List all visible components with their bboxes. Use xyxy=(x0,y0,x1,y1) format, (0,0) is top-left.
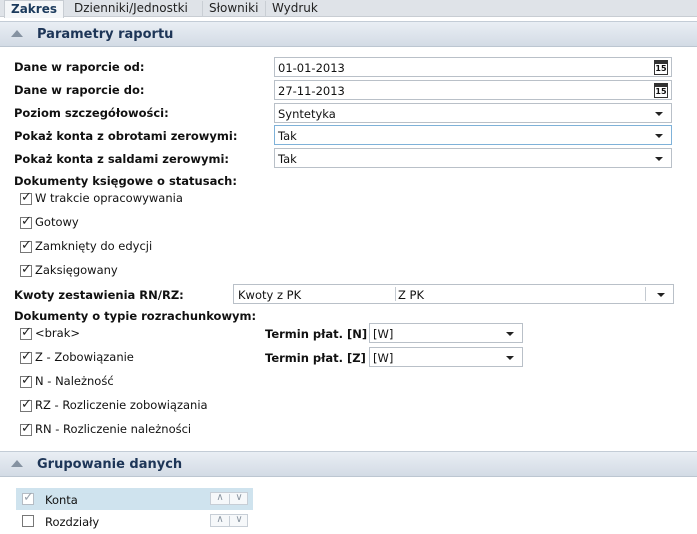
term-n-select[interactable]: [W] xyxy=(369,323,523,343)
grouping-row-konta[interactable]: Konta ∧ ∨ xyxy=(16,488,253,510)
settlement-checkbox[interactable] xyxy=(20,397,32,412)
settlement-item-label: RN - Rozliczenie należności xyxy=(35,422,192,436)
grouping-label: Rozdziały xyxy=(45,515,100,529)
calendar-icon[interactable]: 15 xyxy=(654,83,668,98)
move-up-down-control[interactable]: ∧ ∨ xyxy=(210,514,248,527)
settlement-item-label: <brak> xyxy=(35,326,81,340)
rn-rz-label: Kwoty zestawienia RN/RZ: xyxy=(14,288,184,302)
grouping-checkbox[interactable] xyxy=(22,515,34,527)
status-checkbox[interactable] xyxy=(20,190,32,205)
status-label: W trakcie opracowywania xyxy=(35,191,183,205)
tab-zakres[interactable]: Zakres xyxy=(4,0,64,18)
dropdown-arrow-icon[interactable] xyxy=(506,332,514,336)
date-to-label: Dane w raporcie do: xyxy=(14,83,145,97)
tab-bar: Zakres Dzienniki/Jednostki Słowniki Wydr… xyxy=(0,0,697,18)
move-down-icon[interactable]: ∨ xyxy=(230,514,248,525)
move-up-icon[interactable]: ∧ xyxy=(211,492,229,503)
detail-level-value: Syntetyka xyxy=(278,107,336,121)
rn-rz-select[interactable]: Kwoty z PK Z PK xyxy=(233,284,674,304)
date-to-value: 27-11-2013 xyxy=(278,84,345,98)
term-n-value: [W] xyxy=(373,327,394,341)
rn-rz-value-1: Kwoty z PK xyxy=(238,288,302,302)
date-from-value: 01-01-2013 xyxy=(278,61,345,75)
detail-level-select[interactable]: Syntetyka xyxy=(274,103,672,123)
status-checkbox[interactable] xyxy=(20,214,32,229)
tab-slowniki[interactable]: Słowniki xyxy=(203,0,264,17)
move-up-down-control[interactable]: ∧ ∨ xyxy=(210,492,248,505)
zero-balance-value: Tak xyxy=(278,152,297,166)
detail-level-label: Poziom szczegółowości: xyxy=(14,106,169,120)
zero-balance-label: Pokaż konta z saldami zerowymi: xyxy=(14,152,229,166)
status-checkbox[interactable] xyxy=(20,238,32,253)
section-title: Parametry raportu xyxy=(37,27,174,42)
grouping-checkbox[interactable] xyxy=(22,490,34,505)
move-up-icon[interactable]: ∧ xyxy=(211,514,229,525)
move-down-icon[interactable]: ∨ xyxy=(230,492,248,503)
status-label: Zaksięgowany xyxy=(35,263,118,277)
settlement-item-label: N - Należność xyxy=(35,374,114,388)
section-grupowanie-header[interactable]: Grupowanie danych xyxy=(0,451,697,477)
dropdown-arrow-icon[interactable] xyxy=(655,112,663,116)
date-from-field[interactable]: 01-01-2013 15 xyxy=(274,57,672,77)
date-from-label: Dane w raporcie od: xyxy=(14,60,145,74)
zero-turnover-select[interactable]: Tak xyxy=(274,125,672,145)
status-checkbox[interactable] xyxy=(20,262,32,277)
term-z-value: [W] xyxy=(373,351,394,365)
zero-turnover-label: Pokaż konta z obrotami zerowymi: xyxy=(14,129,238,143)
zero-turnover-value: Tak xyxy=(278,129,297,143)
column-divider xyxy=(645,287,646,301)
grouping-row-rozdzialy[interactable]: Rozdziały ∧ ∨ xyxy=(16,510,253,532)
status-label: Zamknięty do edycji xyxy=(35,239,153,253)
date-to-field[interactable]: 27-11-2013 15 xyxy=(274,80,672,100)
grouping-label: Konta xyxy=(45,493,78,507)
dropdown-arrow-icon[interactable] xyxy=(657,293,665,297)
settlement-checkbox[interactable] xyxy=(20,373,32,388)
status-label: Gotowy xyxy=(35,215,79,229)
rn-rz-value-2: Z PK xyxy=(398,288,425,302)
term-n-label: Termin płat. [N] xyxy=(265,327,368,341)
dropdown-arrow-icon[interactable] xyxy=(655,157,663,161)
statuses-label: Dokumenty księgowe o statusach: xyxy=(14,174,237,188)
settlement-label: Dokumenty o typie rozrachunkowym: xyxy=(14,309,257,323)
tab-wydruk[interactable]: Wydruk xyxy=(266,0,324,17)
settlement-item-label: Z - Zobowiązanie xyxy=(35,350,134,364)
section-title: Grupowanie danych xyxy=(37,457,183,472)
tab-dzienniki-jednostki[interactable]: Dzienniki/Jednostki xyxy=(68,0,194,17)
calendar-icon[interactable]: 15 xyxy=(654,60,668,75)
collapse-arrow-icon[interactable] xyxy=(11,460,23,467)
settlement-item-label: RZ - Rozliczenie zobowiązania xyxy=(35,398,208,412)
zero-balance-select[interactable]: Tak xyxy=(274,148,672,168)
collapse-arrow-icon[interactable] xyxy=(11,30,23,37)
dropdown-arrow-icon[interactable] xyxy=(506,356,514,360)
settlement-checkbox[interactable] xyxy=(20,421,32,436)
dropdown-arrow-icon[interactable] xyxy=(655,134,663,138)
section-parametry-header[interactable]: Parametry raportu xyxy=(0,21,697,47)
column-divider xyxy=(395,287,396,301)
settlement-checkbox[interactable] xyxy=(20,349,32,364)
term-z-select[interactable]: [W] xyxy=(369,347,523,367)
settlement-checkbox[interactable] xyxy=(20,325,32,340)
term-z-label: Termin płat. [Z] xyxy=(265,351,366,365)
